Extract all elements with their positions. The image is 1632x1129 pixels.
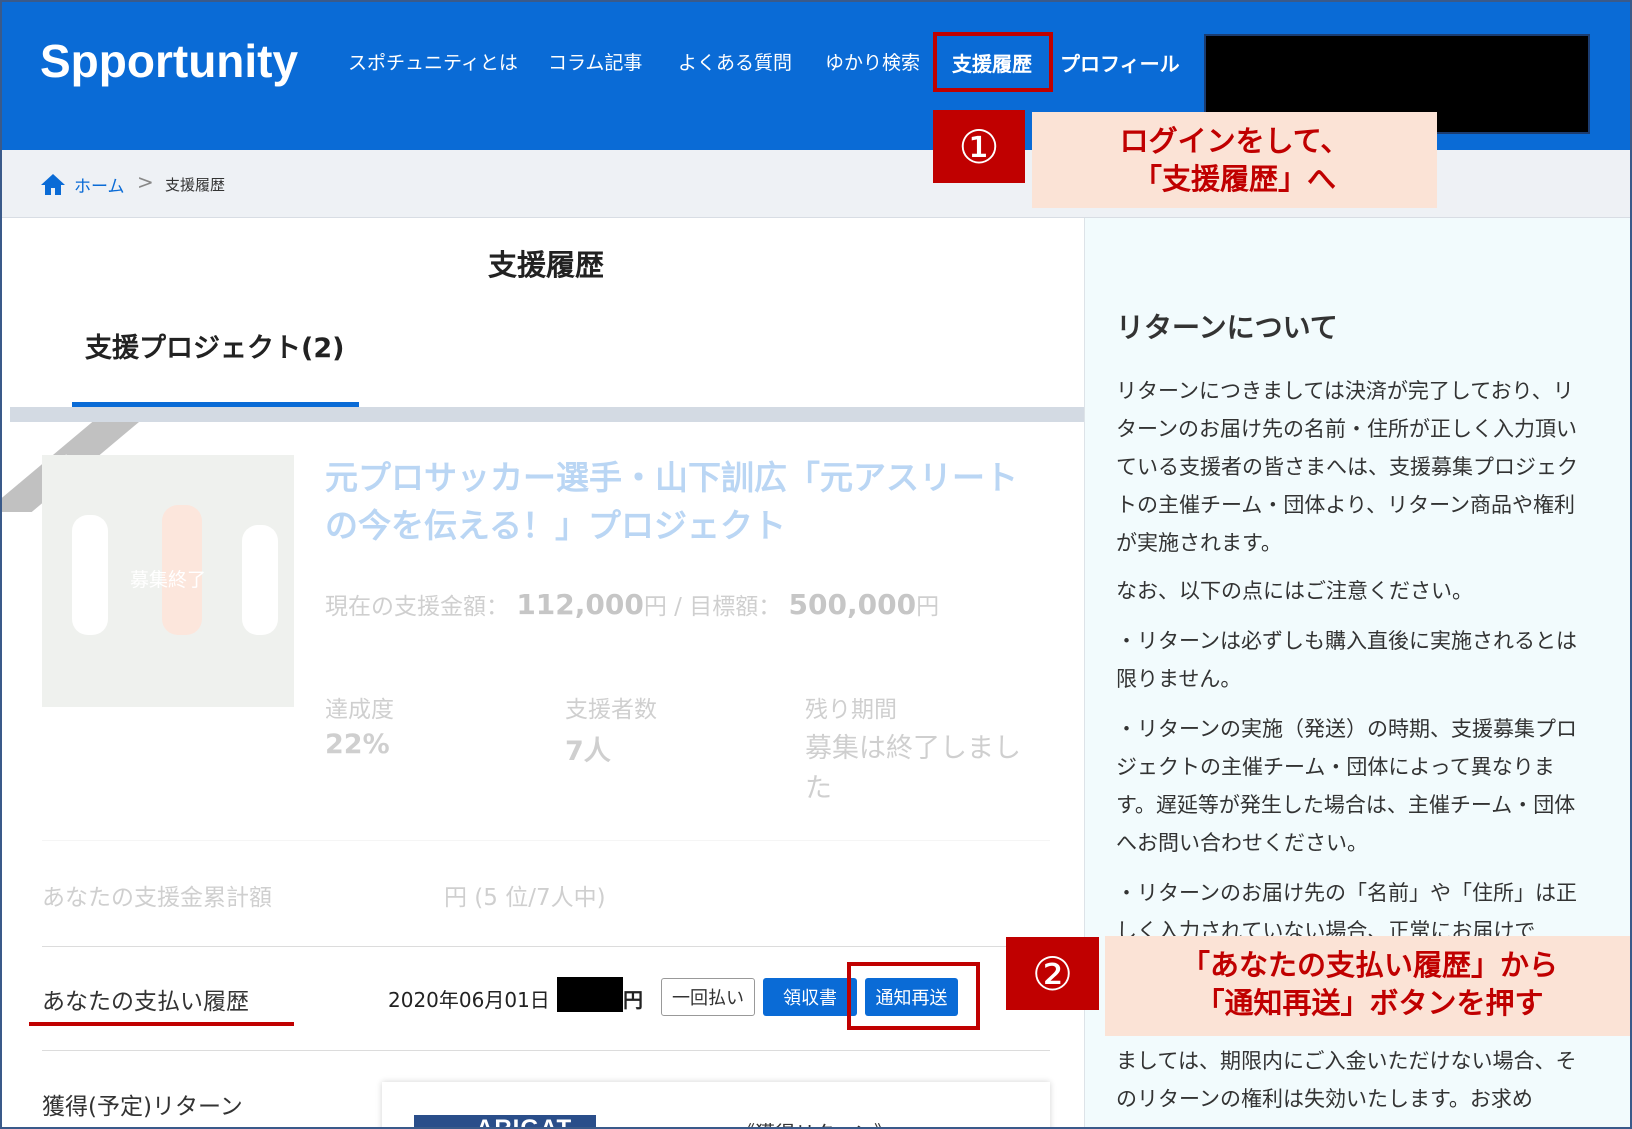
project-title-link[interactable]: 元プロサッカー選手・山下訓広「元アスリートの今を伝える！」プロジェクト <box>325 454 1025 550</box>
amount-row: 現在の支援金額： 112,000円 / 目標額： 500,000円 <box>325 587 939 621</box>
stat-value-achievement: 22% <box>325 729 390 760</box>
divider <box>42 946 1050 947</box>
nav-columns[interactable]: コラム記事 <box>548 48 642 75</box>
stat-label-supporters: 支援者数 <box>565 697 657 723</box>
site-logo[interactable]: Spportunity <box>40 34 298 88</box>
goal-amount-label: / 目標額： <box>674 594 782 620</box>
callout2-line1: 「あなたの支払い履歴」から <box>1180 948 1558 982</box>
annotation-number-2: ② <box>1006 937 1099 1010</box>
current-amount-yen: 円 <box>643 594 667 620</box>
current-amount-label: 現在の支援金額： <box>325 594 509 620</box>
stat-value-supporters: 7人 <box>565 736 611 767</box>
goal-amount-yen: 円 <box>916 594 940 620</box>
nav-faq[interactable]: よくある質問 <box>678 48 792 75</box>
sidebar-paragraph: なお、以下の点にはご注意ください。 <box>1116 579 1473 603</box>
sidebar-paragraph: ましては、期限内にご入金いただけない場合、そのリターンの権利は失効いたします。お… <box>1116 1049 1577 1111</box>
reward-thumbnail: ARIGAT <box>414 1115 596 1129</box>
project-thumbnail[interactable]: 募集終了 <box>42 455 294 707</box>
reward-label: 獲得(予定)リターン <box>42 1094 243 1120</box>
sidebar-paragraph: ・リターンの実施（発送）の時期、支援募集プロジェクトの主催チーム・団体によって異… <box>1116 717 1577 855</box>
callout1-line2: 「支援履歴」へ <box>1132 162 1336 196</box>
stat-label-remaining: 残り期間 <box>805 697 897 723</box>
annotation-highlight-resend <box>847 962 980 1030</box>
breadcrumb-home[interactable]: ホーム <box>74 172 125 197</box>
payment-history-label: あなたの支払い履歴 <box>42 989 249 1015</box>
reward-name: 《獲得リターン》 <box>735 1117 894 1127</box>
divider <box>42 1050 1050 1051</box>
annotation-number-1: ① <box>933 110 1025 183</box>
sidebar-paragraph: リターンにつきましては決済が完了しており、リターンのお届け先の名前・住所が正しく… <box>1116 379 1578 555</box>
home-icon[interactable] <box>40 172 66 196</box>
stat-value-remaining: 募集は終了しました <box>805 733 1021 804</box>
goal-amount-value: 500,000 <box>788 588 917 621</box>
sidebar-paragraph: ・リターンは必ずしも購入直後に実施されるとは限りません。 <box>1116 629 1577 691</box>
page-title: 支援履歴 <box>487 248 604 282</box>
annotation-callout-2: 「あなたの支払い履歴」から 「通知再送」ボタンを押す <box>1105 936 1630 1036</box>
callout2-line2: 「通知再送」ボタンを押す <box>1195 986 1544 1020</box>
payment-date: 2020年06月01日 <box>388 988 550 1012</box>
cumulative-label: あなたの支援金累計額 <box>42 885 272 911</box>
payment-yen: 円 <box>623 988 643 1012</box>
divider <box>42 840 1050 841</box>
annotation-highlight-nav <box>933 32 1053 92</box>
tab-bar-divider <box>10 407 1084 422</box>
nav-profile[interactable]: プロフィール <box>1060 48 1180 77</box>
redacted-amount <box>557 977 623 1012</box>
callout1-line1: ログインをして、 <box>1119 124 1350 158</box>
reward-thumbnail-text: ARIGAT <box>476 1115 573 1129</box>
current-amount-value: 112,000 <box>516 588 644 621</box>
one-time-payment-badge: 一回払い <box>661 978 755 1016</box>
sidebar-title: リターンについて <box>1116 311 1338 344</box>
receipt-button[interactable]: 領収書 <box>763 978 857 1016</box>
thumbnail-closed-label: 募集終了 <box>129 569 206 591</box>
chevron-right-icon: > <box>137 170 154 194</box>
nav-yukari-search[interactable]: ゆかり検索 <box>825 48 920 75</box>
tab-supported-projects[interactable]: 支援プロジェクト(2) <box>85 326 344 365</box>
breadcrumb-current: 支援履歴 <box>165 176 226 194</box>
stat-label-achievement: 達成度 <box>325 697 394 723</box>
annotation-underline <box>29 1022 294 1026</box>
annotation-callout-1: ログインをして、 「支援履歴」へ <box>1032 112 1437 208</box>
cumulative-value: 円 (5 位/7人中) <box>444 885 606 911</box>
nav-about[interactable]: スポチュニティとは <box>348 48 518 75</box>
screenshot-frame: Spportunity スポチュニティとは コラム記事 よくある質問 ゆかり検索… <box>0 0 1632 1129</box>
